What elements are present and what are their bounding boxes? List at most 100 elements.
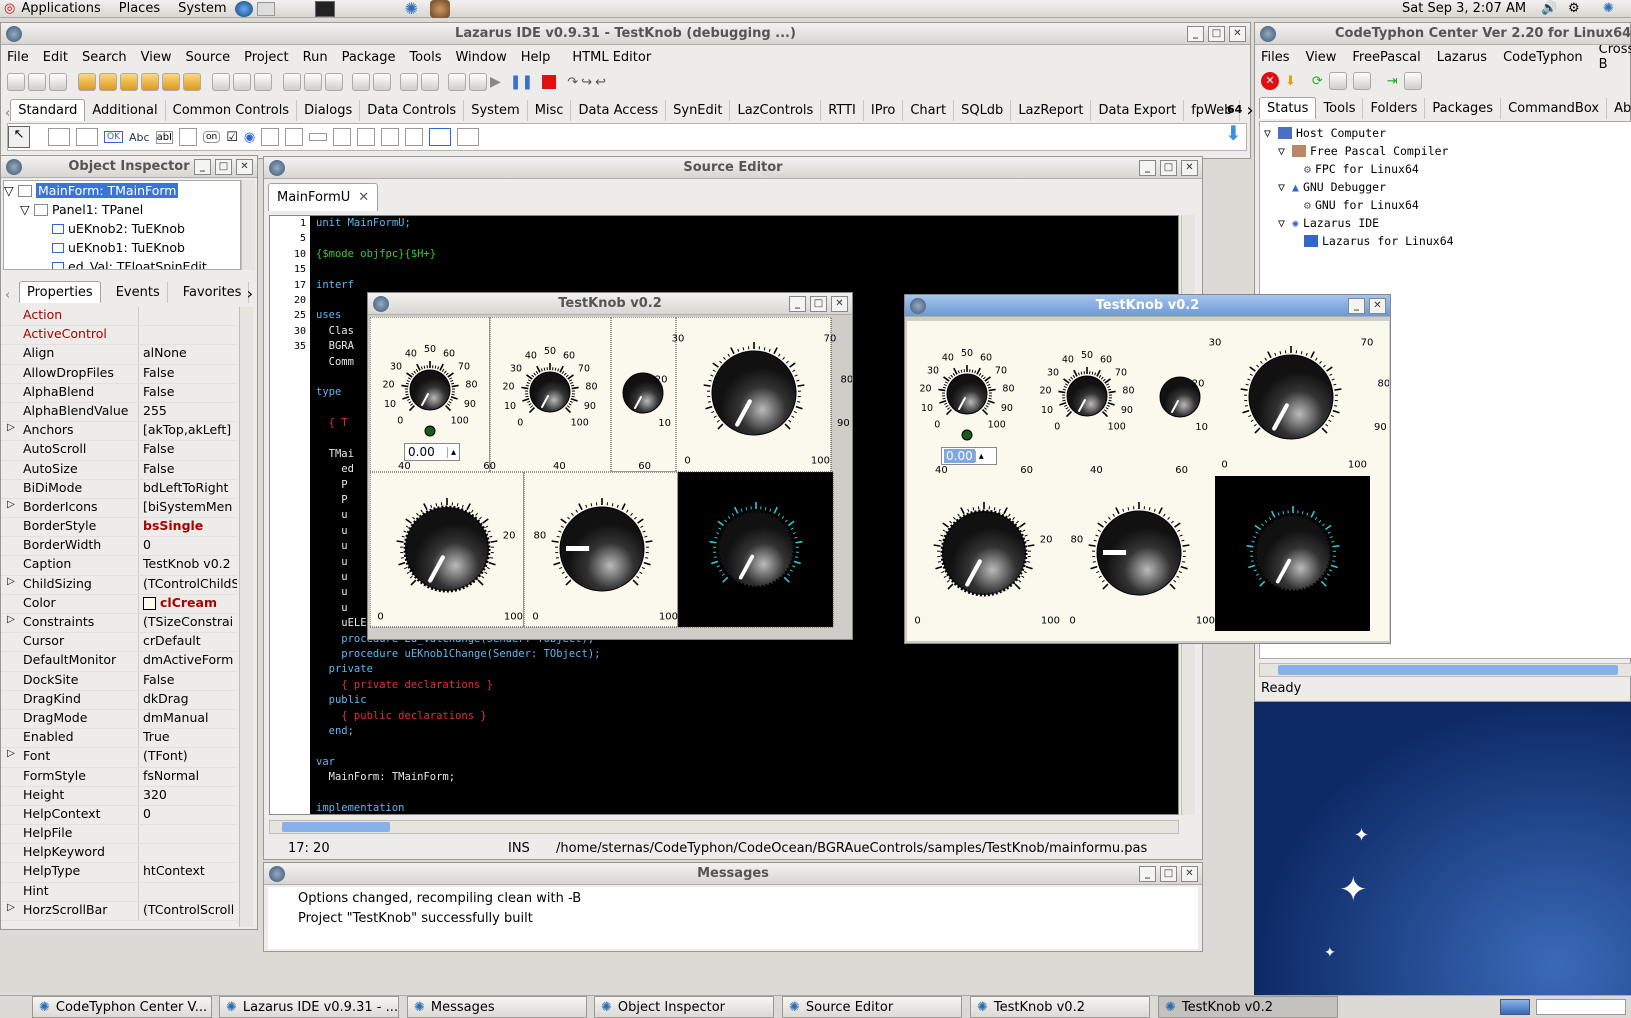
tree-node-knob2[interactable]: uEKnob2: TuEKnob: [4, 219, 240, 238]
property-value[interactable]: dmManual: [139, 710, 237, 728]
tree-lazarus[interactable]: ▽✺Lazarus IDE: [1260, 214, 1631, 232]
palette-tab-standard[interactable]: Standard: [10, 99, 85, 121]
open-icon[interactable]: [78, 73, 96, 91]
oi-tab-right-arrow-icon[interactable]: ›: [247, 284, 253, 303]
pointer-tool-icon[interactable]: ↖: [8, 126, 30, 148]
spinedit-value[interactable]: 0.00: [944, 449, 975, 463]
places-menu[interactable]: Places: [119, 1, 160, 16]
knob2-titlebar[interactable]: TestKnob v0.2 _ ✕: [905, 295, 1390, 317]
palette-right-arrow-icon[interactable]: ›: [1246, 100, 1253, 121]
knob2-close-button[interactable]: ✕: [1369, 298, 1386, 314]
property-row[interactable]: FormStylefsNormal: [1, 768, 237, 787]
code-line[interactable]: { public declarations }: [316, 709, 600, 724]
download-icon[interactable]: ⬇: [1285, 74, 1296, 89]
msg-maximize-button[interactable]: □: [1160, 866, 1177, 882]
knob-body[interactable]: [530, 372, 570, 412]
menu-tools[interactable]: Tools: [409, 50, 441, 65]
ide-titlebar[interactable]: Lazarus IDE v0.9.31 - TestKnob (debuggin…: [1, 23, 1250, 45]
workspace-switcher[interactable]: [1536, 999, 1626, 1015]
message-line[interactable]: Options changed, recompiling clean with …: [298, 889, 1168, 909]
tools-icon[interactable]: [373, 73, 391, 91]
ct-tab-folders[interactable]: Folders: [1363, 98, 1425, 119]
msg-minimize-button[interactable]: _: [1139, 866, 1156, 882]
system-menu[interactable]: System: [178, 1, 226, 16]
spin-arrows-icon[interactable]: ▴: [447, 447, 459, 458]
property-value[interactable]: TestKnob v0.2: [139, 556, 237, 574]
palette-tab-misc[interactable]: Misc: [528, 100, 572, 121]
knob-body[interactable]: [1255, 515, 1331, 591]
ct-menu-codetyphon[interactable]: CodeTyphon: [1503, 50, 1583, 65]
property-value[interactable]: [139, 883, 237, 901]
property-value[interactable]: bdLeftToRight: [139, 480, 237, 498]
property-value[interactable]: bsSingle: [139, 518, 237, 536]
view-forms-icon[interactable]: [233, 73, 251, 91]
clock[interactable]: Sat Sep 3, 2:07 AM: [1402, 1, 1526, 16]
code-line[interactable]: [316, 262, 600, 277]
view-units-icon[interactable]: [212, 73, 230, 91]
property-value[interactable]: htContext: [139, 863, 237, 881]
property-grid-scrollbar[interactable]: [239, 307, 253, 927]
menu-view[interactable]: View: [141, 50, 172, 65]
network-icon[interactable]: ⚙: [1568, 1, 1580, 16]
property-value[interactable]: 0: [139, 806, 237, 824]
palette-tab-common-controls[interactable]: Common Controls: [166, 100, 297, 121]
ct-menu-cross[interactable]: Cross-B: [1599, 42, 1631, 72]
tmainmenu-icon[interactable]: [48, 128, 70, 146]
property-value[interactable]: dkDrag: [139, 691, 237, 709]
browser-launcher-icon[interactable]: [235, 1, 253, 17]
property-row[interactable]: Action: [1, 307, 237, 326]
property-value[interactable]: dmActiveForm: [139, 652, 237, 670]
step-out-icon[interactable]: ↩: [595, 75, 606, 90]
expand-arrow-icon[interactable]: ▷: [1, 422, 21, 440]
knob1-maximize-button[interactable]: □: [810, 296, 827, 312]
expand-arrow-icon[interactable]: ▷: [1, 614, 21, 632]
tab-favorites[interactable]: Favorites: [176, 282, 250, 303]
property-value[interactable]: [139, 825, 237, 843]
property-row[interactable]: ▷HorzScrollBar(TControlScroll: [1, 902, 237, 921]
window-icon[interactable]: [304, 73, 322, 91]
property-value[interactable]: False: [139, 461, 237, 479]
se-maximize-button[interactable]: □: [1160, 160, 1177, 176]
close-tab-icon[interactable]: ✕: [358, 190, 369, 205]
property-value[interactable]: False: [139, 365, 237, 383]
ct-menu-view[interactable]: View: [1306, 50, 1337, 65]
property-row[interactable]: ▷BorderIcons[biSystemMen: [1, 499, 237, 518]
menu-window[interactable]: Window: [455, 50, 506, 65]
tab-properties[interactable]: Properties: [19, 281, 101, 303]
step-icon[interactable]: [448, 73, 466, 91]
tactionlist-icon[interactable]: [457, 128, 479, 146]
knob-body[interactable]: [1249, 355, 1333, 439]
palette-tab-system[interactable]: System: [464, 100, 527, 121]
show-desktop-icon[interactable]: [1500, 999, 1530, 1015]
tcheckgroup-icon[interactable]: [381, 128, 399, 146]
menu-search[interactable]: Search: [82, 50, 127, 65]
property-row[interactable]: ▷Constraints(TSizeConstrai: [1, 614, 237, 633]
tree-fpc-linux64[interactable]: ⚙FPC for Linux64: [1260, 160, 1631, 178]
value-spinedit[interactable]: 0.00▴: [941, 447, 997, 465]
palette-tab-data-controls[interactable]: Data Controls: [360, 100, 464, 121]
terminal-launcher-icon[interactable]: [315, 1, 335, 17]
ct-tab-tools[interactable]: Tools: [1316, 98, 1363, 119]
property-row[interactable]: BorderWidth0: [1, 537, 237, 556]
import-icon[interactable]: ⇥: [1387, 74, 1398, 89]
property-value[interactable]: [139, 307, 237, 325]
tbutton-icon[interactable]: OK: [104, 131, 123, 143]
knob-body[interactable]: [410, 370, 450, 410]
property-row[interactable]: AlignalNone: [1, 345, 237, 364]
code-line[interactable]: interf: [316, 278, 600, 293]
property-value[interactable]: [139, 844, 237, 862]
packages-icon[interactable]: [1353, 72, 1371, 90]
taskbar-button[interactable]: ✺Object Inspector: [594, 996, 774, 1018]
property-value[interactable]: False: [139, 384, 237, 402]
lazarus-launcher-icon[interactable]: [430, 0, 450, 18]
se-close-button[interactable]: ✕: [1181, 160, 1198, 176]
property-value[interactable]: (TControlChildS: [139, 576, 237, 594]
ct-titlebar[interactable]: CodeTyphon Center Ver 2.20 for Linux64: [1255, 23, 1630, 45]
property-value[interactable]: (TSizeConstrai: [139, 614, 237, 632]
tree-node-mainform[interactable]: ▽MainForm: TMainForm: [4, 181, 240, 200]
oi-close-button[interactable]: ✕: [236, 159, 253, 175]
tree-node-knob1[interactable]: uEKnob1: TuEKnob: [4, 238, 240, 257]
code-line[interactable]: {$mode objfpc}{$H+}: [316, 247, 600, 262]
oi-tab-left-arrow-icon[interactable]: ‹: [5, 288, 10, 303]
code-line[interactable]: procedure uEKnob1Change(Sender: TObject)…: [316, 647, 600, 662]
